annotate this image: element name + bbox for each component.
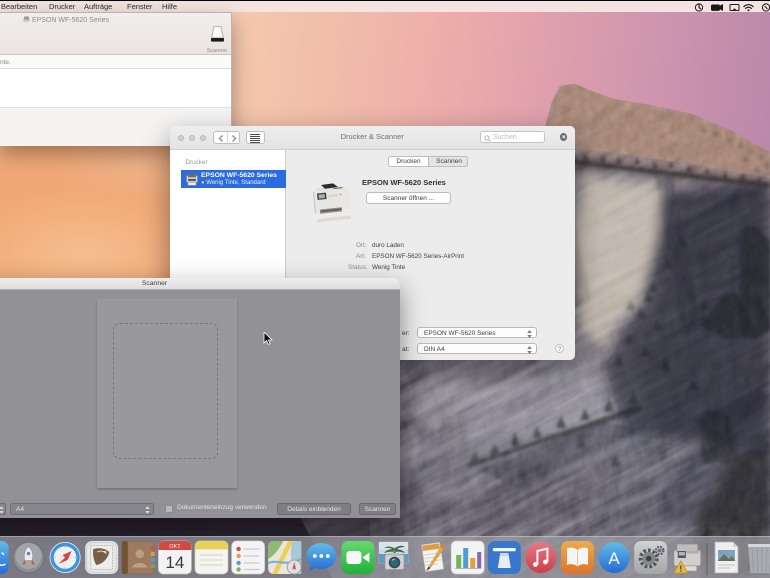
svg-text:14: 14 [165,553,184,572]
svg-text:A: A [608,549,620,568]
svg-text:OKT: OKT [169,544,181,550]
svg-text:!: ! [679,565,682,574]
